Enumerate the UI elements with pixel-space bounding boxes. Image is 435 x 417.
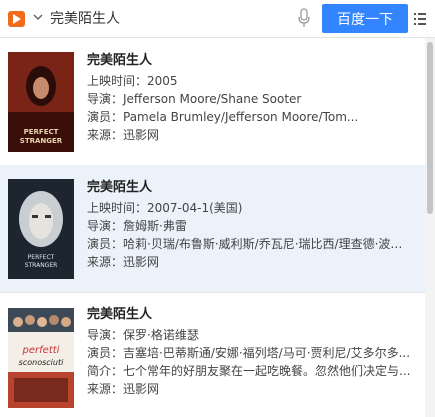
release-date: 上映时间：2007-04-1(美国) (87, 201, 243, 215)
result-item[interactable]: PERFECT STRANGER 完美陌生人 上映时间：2005 导演：Jeff… (0, 38, 425, 166)
svg-text:PERFECT: PERFECT (24, 128, 59, 136)
movie-poster[interactable]: PERFECT STRANGER (8, 179, 74, 279)
results-list: PERFECT STRANGER 完美陌生人 上映时间：2005 导演：Jeff… (0, 38, 425, 417)
app-logo-icon[interactable] (8, 11, 25, 27)
director: 导演：Jefferson Moore/Shane Sooter (87, 92, 302, 106)
result-item[interactable]: PERFECT STRANGER 完美陌生人 上映时间：2007-04-1(美国… (0, 165, 425, 293)
source: 来源：迅影网 (87, 128, 160, 142)
source: 来源：迅影网 (87, 382, 160, 396)
result-title[interactable]: 完美陌生人 (87, 50, 417, 72)
release-date: 上映时间：2005 (87, 74, 178, 88)
movie-poster[interactable]: PERFECT STRANGER (8, 52, 74, 152)
source: 来源：迅影网 (87, 255, 160, 269)
scrollbar-thumb[interactable] (427, 42, 433, 214)
svg-text:STRANGER: STRANGER (20, 137, 63, 145)
search-input[interactable] (50, 7, 290, 29)
result-title[interactable]: 完美陌生人 (87, 177, 417, 199)
svg-text:STRANGER: STRANGER (25, 262, 58, 269)
cast: 演员：Pamela Brumley/Jefferson Moore/Tom... (87, 110, 359, 124)
svg-text:sconosciuti: sconosciuti (19, 358, 64, 367)
director: 导演：保罗·格诺维瑟 (87, 328, 199, 342)
svg-text:PERFECT: PERFECT (28, 254, 55, 261)
search-bar: 百度一下 (0, 0, 435, 38)
result-item[interactable]: perfetti sconosciuti 完美陌生人 导演：保罗·格诺维瑟 演员… (0, 292, 425, 417)
microphone-icon[interactable] (296, 7, 312, 29)
cast: 演员：吉塞培·巴蒂斯通/安娜·福列塔/马可·贾利尼/艾多尔多... (87, 346, 411, 360)
search-button[interactable]: 百度一下 (322, 4, 408, 33)
movie-poster[interactable]: perfetti sconosciuti (8, 308, 74, 408)
scrollbar[interactable] (425, 38, 435, 417)
chevron-down-icon[interactable] (32, 11, 44, 23)
menu-icon[interactable] (414, 12, 426, 26)
svg-text:perfetti: perfetti (22, 345, 60, 356)
synopsis: 简介：七个常年的好朋友聚在一起吃晚餐。忽然他们决定与... (87, 364, 411, 378)
result-title[interactable]: 完美陌生人 (87, 304, 417, 326)
director: 导演：詹姆斯·弗雷 (87, 219, 187, 233)
cast: 演员：哈莉·贝瑞/布鲁斯·威利斯/乔瓦尼·瑞比西/理查德·波特... (87, 237, 412, 251)
